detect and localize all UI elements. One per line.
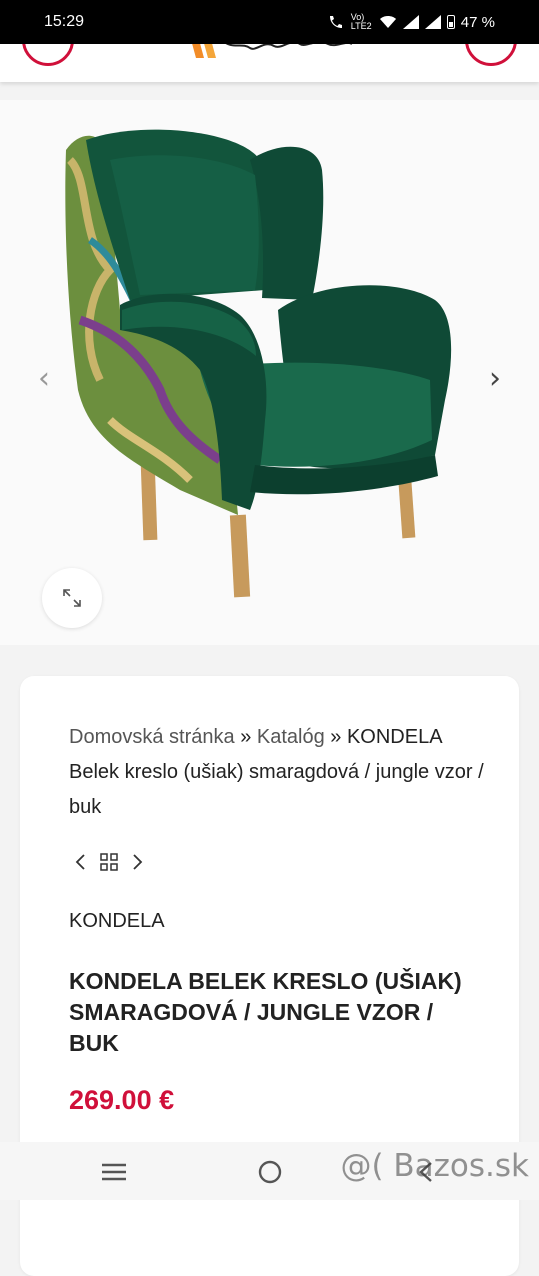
site-header xyxy=(0,44,539,82)
product-image xyxy=(65,129,452,598)
breadcrumb: Domovská stránka » Katalóg » KONDELA Bel… xyxy=(69,720,489,825)
battery-level: 47 % xyxy=(460,13,495,31)
battery-icon xyxy=(446,15,455,29)
recent-apps-icon[interactable] xyxy=(101,1163,127,1181)
status-icons: Vo) LTE2 47 % xyxy=(327,13,495,31)
gallery-prev-button[interactable]: ‹ xyxy=(38,364,50,394)
volte-label: Vo) LTE2 xyxy=(350,12,372,31)
breadcrumb-home[interactable]: Domovská stránka xyxy=(69,726,235,748)
previous-product-icon[interactable] xyxy=(74,852,88,872)
expand-icon xyxy=(63,589,81,607)
wifi-icon xyxy=(379,16,396,28)
product-title: KONDELA BELEK KRESLO (UŠIAK) SMARAGDOVÁ … xyxy=(69,968,462,1056)
grid-icon[interactable] xyxy=(100,853,118,871)
signal-icon-2 xyxy=(424,15,441,29)
menu-button[interactable] xyxy=(22,44,74,66)
product-gallery[interactable]: ‹ › xyxy=(0,100,539,645)
signal-icon-1 xyxy=(402,15,419,29)
breadcrumb-separator: » xyxy=(330,726,342,748)
status-time: 15:29 xyxy=(44,13,85,30)
call-icon xyxy=(329,16,342,28)
breadcrumb-catalog[interactable]: Katalóg xyxy=(257,726,325,748)
site-logo[interactable] xyxy=(186,44,356,60)
status-bar: 15:29 Vo) LTE2 47 % xyxy=(0,0,539,44)
product-price: 269.00 € xyxy=(69,1085,175,1115)
watermark: @( Bazos.sk xyxy=(340,1148,529,1184)
next-product-icon[interactable] xyxy=(130,852,144,872)
gallery-next-button[interactable]: › xyxy=(489,364,501,394)
home-icon[interactable] xyxy=(257,1159,283,1185)
search-button[interactable] xyxy=(465,44,517,66)
product-navigation xyxy=(74,852,144,872)
zoom-button[interactable] xyxy=(42,568,102,628)
product-brand[interactable]: KONDELA xyxy=(69,910,165,933)
breadcrumb-separator: » xyxy=(240,726,252,748)
